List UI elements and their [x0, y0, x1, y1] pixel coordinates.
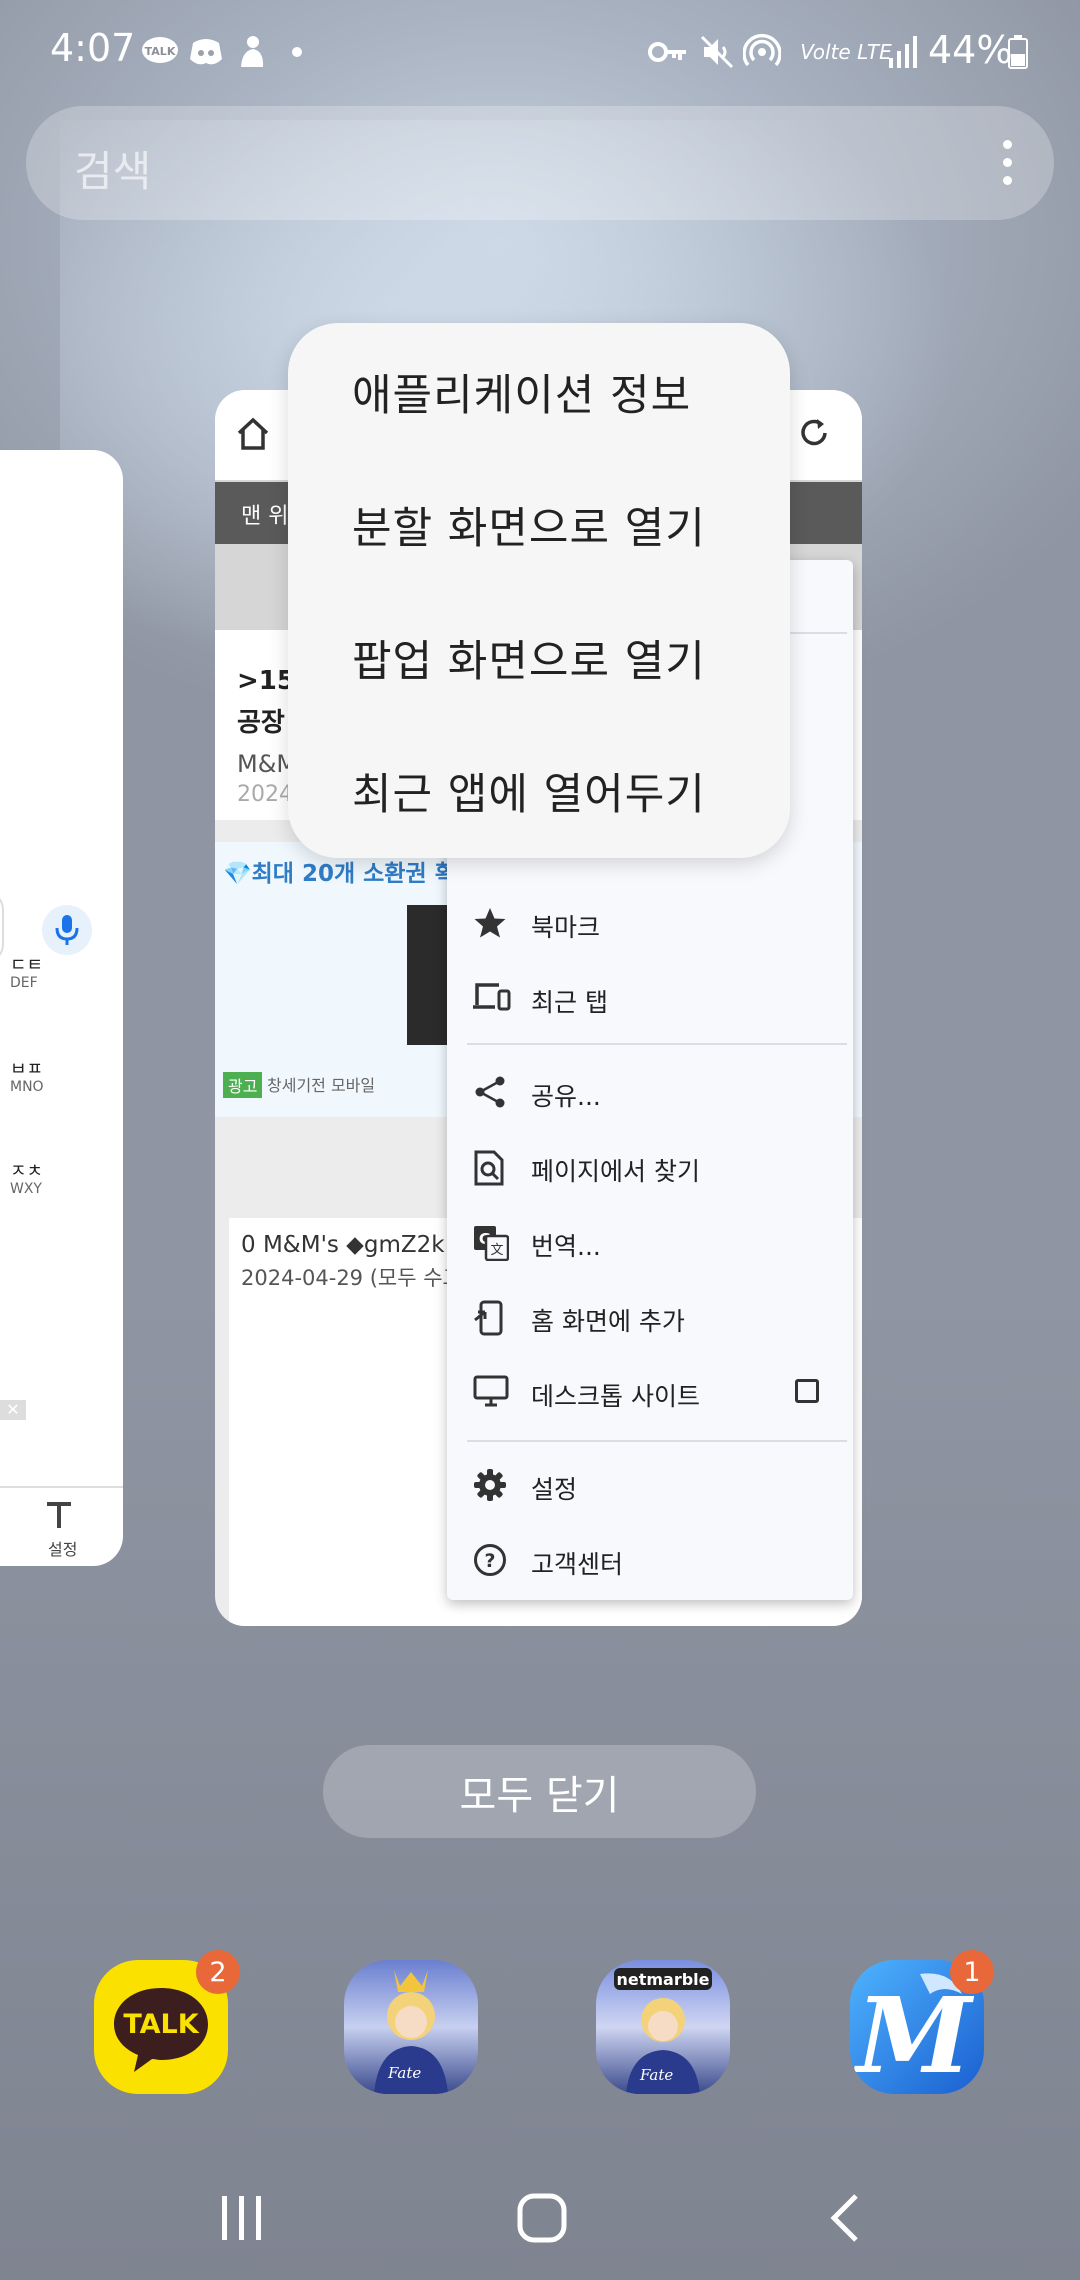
menu-item-help[interactable]: ? 고객센터: [447, 1525, 853, 1597]
gear-icon: [473, 1468, 509, 1504]
menu-item-translate[interactable]: G文 번역...: [447, 1207, 853, 1279]
kakaotalk-notification-icon: TALK: [140, 34, 180, 70]
app-notification-icon: [234, 34, 268, 70]
menu-item-recent-tabs[interactable]: 최근 탭: [447, 963, 853, 1035]
keep-open-option[interactable]: 최근 앱에 열어두기: [352, 760, 706, 822]
recent-tabs-icon: [473, 981, 511, 1017]
svg-text:?: ?: [484, 1550, 495, 1572]
menu-label: 페이지에서 찾기: [531, 1157, 700, 1186]
reload-icon[interactable]: [797, 416, 837, 456]
menu-label: 데스크톱 사이트: [531, 1382, 700, 1411]
menu-item-add-to-home[interactable]: 홈 화면에 추가: [447, 1282, 853, 1354]
menu-label: 번역...: [531, 1232, 601, 1261]
volte-lte-indicator: Volte LTE: [800, 40, 892, 64]
svg-text:Fate: Fate: [639, 2066, 673, 2084]
menu-label: 공유...: [531, 1082, 601, 1111]
signal-icon: [886, 34, 922, 70]
battery-percent: 44%: [928, 28, 1013, 72]
help-icon: ?: [473, 1543, 509, 1579]
close-all-button[interactable]: 모두 닫기: [323, 1745, 756, 1838]
find-in-page-icon: [473, 1150, 509, 1186]
discord-icon: [188, 34, 224, 70]
article-date: 2024: [237, 782, 293, 807]
recent-app-card-left[interactable]: ㄷㅌ DEF ㅂㅍ MNO ㅈㅊ WXY ✕ 설정: [0, 450, 123, 1566]
article-title: >15 공장: [237, 666, 295, 738]
divider: [0, 1486, 123, 1488]
back-icon[interactable]: [818, 2190, 878, 2246]
home-nav-icon[interactable]: [512, 2190, 572, 2246]
keyboard-key[interactable]: ㅂㅍ MNO: [10, 1060, 44, 1095]
keyboard-key[interactable]: ㅈㅊ WXY: [10, 1162, 43, 1197]
ad-title: 💎최대 20개 소환권 획: [223, 861, 456, 887]
vpn-key-icon: [648, 34, 688, 70]
status-bar: 4:07 TALK Volte LTE 44%: [0, 0, 1080, 110]
recent-apps-icon[interactable]: [212, 2190, 272, 2246]
menu-label: 북마크: [531, 913, 601, 942]
svg-text:TALK: TALK: [145, 45, 176, 58]
add-to-home-icon: [473, 1300, 509, 1336]
more-options-icon[interactable]: [1000, 140, 1014, 186]
ad-badge: 광고: [223, 1072, 263, 1098]
hotspot-icon: [742, 34, 782, 70]
menu-label: 최근 탭: [531, 988, 608, 1017]
keyboard-key[interactable]: ㄷㅌ DEF: [10, 956, 43, 991]
menu-label: 설정: [531, 1475, 578, 1504]
post-date: 2024-04-29 (모두 수고: [241, 1266, 462, 1290]
microphone-icon[interactable]: [42, 905, 92, 955]
menu-item-find-in-page[interactable]: 페이지에서 찾기: [447, 1132, 853, 1204]
dock-app-fate-grand-order[interactable]: Fate: [344, 1960, 478, 2094]
app-info-option[interactable]: 애플리케이션 정보: [352, 361, 691, 423]
close-ad-icon[interactable]: ✕: [0, 1400, 26, 1420]
more-notifications-dot-icon: [290, 34, 304, 70]
post-title: 0 M&M's ◆gmZ2k: [241, 1232, 445, 1258]
translate-icon: G文: [473, 1225, 510, 1262]
home-icon[interactable]: [235, 416, 275, 456]
divider: [467, 1440, 847, 1442]
menu-label: 고객센터: [531, 1550, 624, 1579]
netmarble-logo-text: netmarble: [616, 1970, 709, 1989]
svg-text:文: 文: [490, 1243, 503, 1258]
settings-label: 설정: [48, 1540, 78, 1559]
fate-grand-order-netmarble-icon: netmarble Fate: [614, 1968, 712, 2094]
dock-app-fate-grand-order-netmarble[interactable]: netmarble Fate: [596, 1960, 730, 2094]
desktop-icon: [473, 1375, 509, 1411]
desktop-site-checkbox[interactable]: [795, 1379, 819, 1403]
svg-text:Fate: Fate: [387, 2064, 421, 2082]
fate-grand-order-icon: Fate: [374, 1970, 448, 2094]
m-logo-text: M: [853, 1974, 974, 2094]
menu-item-desktop-site[interactable]: 데스크톱 사이트: [447, 1357, 853, 1429]
app-options-popup: 애플리케이션 정보 분할 화면으로 열기 팝업 화면으로 열기 최근 앱에 열어…: [288, 323, 790, 858]
split-screen-option[interactable]: 분할 화면으로 열기: [352, 494, 706, 556]
search-placeholder: 검색: [74, 147, 152, 196]
text-format-icon[interactable]: [44, 1500, 74, 1534]
ad-source: 창세기전 모바일: [267, 1076, 376, 1095]
mute-icon: [700, 34, 736, 70]
star-icon: [473, 906, 509, 942]
menu-item-settings[interactable]: 설정: [447, 1450, 853, 1522]
clock: 4:07: [50, 26, 136, 70]
share-icon: [473, 1075, 509, 1111]
menu-item-bookmarks[interactable]: 북마크: [447, 888, 853, 960]
kakaotalk-logo-text: TALK: [123, 2009, 199, 2040]
notification-badge: 2: [196, 1950, 240, 1994]
popup-view-option[interactable]: 팝업 화면으로 열기: [352, 627, 706, 689]
menu-item-share[interactable]: 공유...: [447, 1057, 853, 1129]
battery-icon: [1006, 34, 1030, 70]
notification-badge: 1: [950, 1950, 994, 1994]
left-card-input-edge: [0, 890, 4, 964]
divider: [467, 1043, 847, 1045]
menu-label: 홈 화면에 추가: [531, 1307, 685, 1336]
recents-search-bar[interactable]: 검색: [26, 106, 1054, 220]
